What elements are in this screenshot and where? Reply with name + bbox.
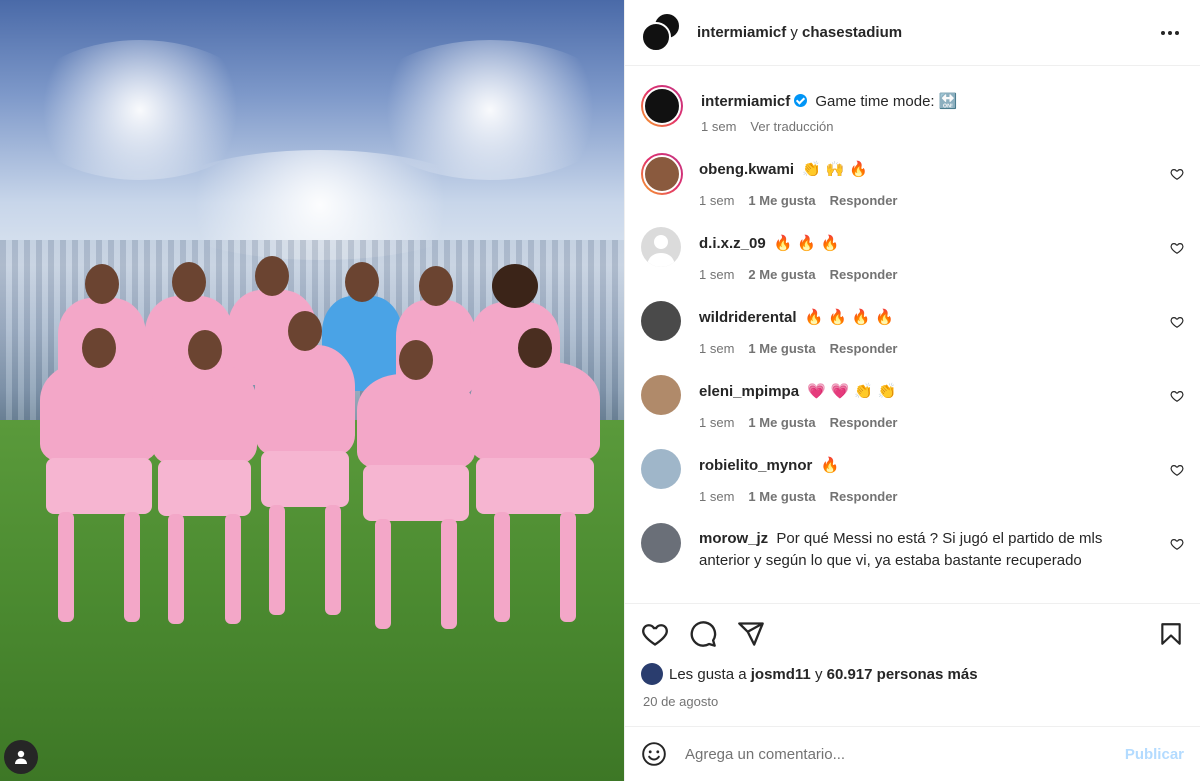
heart-icon[interactable] [1170, 537, 1184, 551]
heart-icon[interactable] [1170, 463, 1184, 477]
caption-text: Game time mode: [815, 93, 935, 110]
post-actions [625, 603, 1200, 663]
more-options-button[interactable] [1156, 30, 1184, 36]
comment-time[interactable]: 1 sem [699, 193, 734, 208]
caption: intermiamicf Game time mode: 🔛 1 sem Ver… [641, 85, 1184, 134]
player [255, 311, 355, 615]
post-header: intermiamicf y chasestadium [625, 0, 1200, 66]
likes-prefix: Les gusta a [669, 665, 747, 683]
comment-time[interactable]: 1 sem [699, 415, 734, 430]
comment-likes[interactable]: 1 Me gusta [748, 193, 815, 208]
comment-icon[interactable] [689, 620, 717, 648]
translate-link[interactable]: Ver traducción [750, 119, 833, 134]
player [40, 328, 158, 622]
header-connector: y [790, 24, 798, 41]
post-panel: intermiamicf y chasestadium intermiamicf… [624, 0, 1200, 781]
comments-list[interactable]: intermiamicf Game time mode: 🔛 1 sem Ver… [625, 67, 1200, 603]
comment: morow_jz Por qué Messi no está ? Si jugó… [641, 523, 1184, 572]
comment-input[interactable] [685, 745, 1125, 763]
avatar[interactable] [641, 449, 681, 489]
post-photo[interactable] [0, 0, 624, 781]
player [152, 330, 257, 624]
caption-time[interactable]: 1 sem [701, 119, 736, 134]
tagged-users-icon[interactable] [4, 740, 38, 774]
caption-emoji: 🔛 [938, 92, 958, 110]
comment-likes[interactable]: 1 Me gusta [748, 341, 815, 356]
reply-button[interactable]: Responder [830, 415, 898, 430]
likes-summary[interactable]: Les gusta a josmd11 y 60.917 personas má… [641, 663, 1184, 685]
publish-button[interactable]: Publicar [1125, 746, 1184, 763]
comment-username[interactable]: d.i.x.z_09 [699, 235, 766, 252]
share-icon[interactable] [737, 620, 765, 648]
comment-username[interactable]: wildriderental [699, 309, 797, 326]
comment-text: 🔥 🔥 🔥 🔥 [804, 308, 894, 326]
player [470, 328, 600, 622]
header-location[interactable]: chasestadium [802, 24, 902, 41]
comment-text: 💗 💗 👏 👏 [807, 382, 897, 400]
avatar [641, 663, 663, 685]
comment-likes[interactable]: 1 Me gusta [748, 415, 815, 430]
likes-user[interactable]: josmd11 [751, 666, 811, 683]
reply-button[interactable]: Responder [830, 267, 898, 282]
avatar[interactable] [641, 227, 681, 267]
comment: wildriderental 🔥 🔥 🔥 🔥 1 sem 1 Me gusta Re… [641, 301, 1184, 356]
verified-icon [794, 94, 808, 107]
likes-count[interactable]: 60.917 personas más [827, 666, 978, 683]
user-icon [15, 750, 27, 764]
comment-time[interactable]: 1 sem [699, 267, 734, 282]
heart-icon[interactable] [1170, 389, 1184, 403]
avatar[interactable] [641, 85, 683, 127]
header-avatars[interactable] [641, 11, 683, 54]
heart-icon[interactable] [1170, 241, 1184, 255]
comment-likes[interactable]: 1 Me gusta [748, 489, 815, 504]
avatar[interactable] [641, 153, 683, 195]
reply-button[interactable]: Responder [830, 193, 898, 208]
comment: robielito_mynor 🔥 1 sem 1 Me gusta Respond… [641, 449, 1184, 504]
reply-button[interactable]: Responder [830, 341, 898, 356]
emoji-icon[interactable] [641, 741, 667, 767]
comment-time[interactable]: 1 sem [699, 341, 734, 356]
add-comment-bar: Publicar [625, 726, 1200, 781]
comment-time[interactable]: 1 sem [699, 489, 734, 504]
comment-text: 🔥 🔥 🔥 [773, 234, 840, 252]
comment: d.i.x.z_09 🔥 🔥 🔥 1 sem 2 Me gusta Responde… [641, 227, 1184, 282]
comment-username[interactable]: obeng.kwami [699, 161, 794, 178]
bookmark-icon[interactable] [1158, 620, 1184, 648]
avatar [641, 21, 671, 52]
comment: obeng.kwami 👏 🙌 🔥 1 sem 1 Me gusta Respond… [641, 153, 1184, 208]
comment-username[interactable]: morow_jz [699, 530, 768, 547]
heart-icon[interactable] [1170, 315, 1184, 329]
more-icon [1161, 30, 1179, 35]
post-date[interactable]: 20 de agosto [643, 694, 718, 709]
likes-connector: y [814, 665, 823, 683]
avatar[interactable] [641, 375, 681, 415]
comment-text: 👏 🙌 🔥 [802, 160, 868, 178]
header-title: intermiamicf y chasestadium [697, 24, 902, 41]
comment-text: 🔥 [820, 456, 840, 474]
heart-icon[interactable] [641, 620, 669, 648]
header-username[interactable]: intermiamicf [697, 24, 786, 41]
caption-username[interactable]: intermiamicf [701, 93, 790, 110]
comment-likes[interactable]: 2 Me gusta [748, 267, 815, 282]
comment-username[interactable]: eleni_mpimpa [699, 383, 799, 400]
avatar[interactable] [641, 301, 681, 341]
reply-button[interactable]: Responder [830, 489, 898, 504]
comment-username[interactable]: robielito_mynor [699, 457, 812, 474]
avatar[interactable] [641, 523, 681, 563]
player [357, 340, 475, 629]
comment: eleni_mpimpa 💗 💗 👏 👏 1 sem 1 Me gusta Resp… [641, 375, 1184, 430]
heart-icon[interactable] [1170, 167, 1184, 181]
